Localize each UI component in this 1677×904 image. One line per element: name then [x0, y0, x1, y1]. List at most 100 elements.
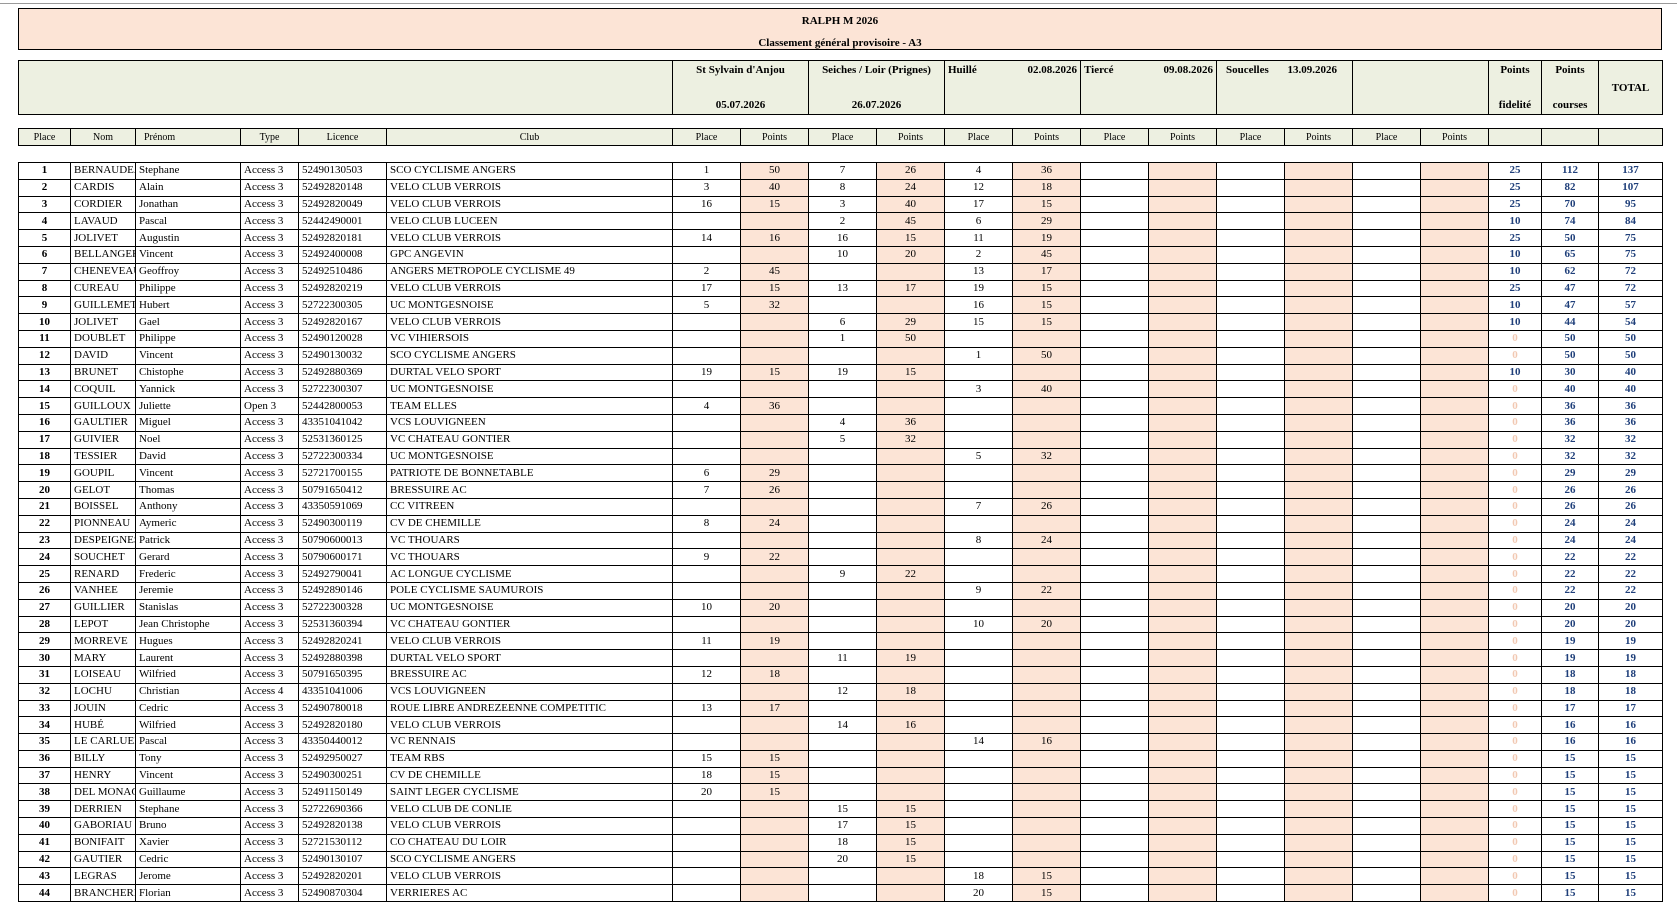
cell-race3-points[interactable]	[1012, 413, 1081, 432]
cell-race4-points[interactable]	[1148, 380, 1217, 399]
col-race2-points[interactable]: Points	[876, 128, 945, 146]
cell-fidelity-points[interactable]: 25	[1488, 229, 1542, 247]
cell-place[interactable]: 32	[18, 682, 71, 701]
cell-course-points[interactable]: 50	[1541, 229, 1599, 247]
cell-place[interactable]: 37	[18, 766, 71, 785]
cell-race2-points[interactable]: 20	[876, 245, 945, 264]
cell-licence[interactable]: 43351041006	[298, 682, 387, 701]
cell-nom[interactable]: JOUIN	[70, 699, 136, 718]
cell-licence[interactable]: 52492820219	[298, 279, 387, 298]
cell-race1-place[interactable]: 7	[672, 481, 741, 499]
cell-race3-place[interactable]: 18	[944, 867, 1013, 886]
cell-race4-points[interactable]	[1148, 833, 1217, 852]
cell-course-points[interactable]: 15	[1541, 867, 1599, 886]
col-race3-place[interactable]: Place	[944, 128, 1013, 146]
cell-nom[interactable]: BOISSEL	[70, 497, 136, 516]
cell-race1-points[interactable]	[740, 581, 809, 600]
cell-race4-place[interactable]	[1080, 749, 1149, 768]
cell-nom[interactable]: GAUTIER	[70, 850, 136, 869]
cell-nom[interactable]: BRUNET	[70, 363, 136, 382]
cell-race4-place[interactable]	[1080, 497, 1149, 516]
cell-race3-points[interactable]: 15	[1012, 867, 1081, 886]
cell-race3-place[interactable]	[944, 363, 1013, 382]
cell-race3-place[interactable]	[944, 699, 1013, 718]
cell-race1-place[interactable]	[672, 212, 741, 231]
cell-race1-place[interactable]: 11	[672, 632, 741, 651]
cell-race6-points[interactable]	[1420, 464, 1489, 483]
cell-race4-points[interactable]	[1148, 262, 1217, 281]
cell-race2-points[interactable]: 16	[876, 716, 945, 735]
cell-race3-points[interactable]: 36	[1012, 162, 1081, 180]
cell-race3-points[interactable]	[1012, 514, 1081, 533]
col-race4-place[interactable]: Place	[1080, 128, 1149, 146]
cell-fidelity-points[interactable]: 25	[1488, 178, 1542, 197]
cell-race1-place[interactable]: 15	[672, 749, 741, 768]
cell-place[interactable]: 36	[18, 749, 71, 768]
col-race6-points[interactable]: Points	[1420, 128, 1489, 146]
cell-type[interactable]: Access 3	[240, 195, 299, 214]
cell-race4-points[interactable]	[1148, 615, 1217, 634]
cell-race5-place[interactable]	[1216, 766, 1285, 785]
table-row[interactable]: 21 BOISSEL Anthony Access 3 43350591069 CC VI…	[18, 497, 1663, 516]
cell-race1-points[interactable]	[740, 649, 809, 667]
cell-licence[interactable]: 52442490001	[298, 212, 387, 231]
cell-race5-place[interactable]	[1216, 363, 1285, 382]
cell-race1-place[interactable]	[672, 649, 741, 667]
cell-race3-place[interactable]	[944, 514, 1013, 533]
cell-race1-points[interactable]: 22	[740, 548, 809, 567]
cell-total-points[interactable]: 32	[1598, 430, 1663, 449]
cell-race6-place[interactable]	[1352, 783, 1421, 802]
cell-race1-points[interactable]	[740, 817, 809, 835]
cell-race1-points[interactable]	[740, 329, 809, 348]
cell-prenom[interactable]: Stephane	[135, 800, 241, 819]
cell-race6-points[interactable]	[1420, 884, 1489, 903]
cell-nom[interactable]: PIONNEAU	[70, 514, 136, 533]
cell-course-points[interactable]: 19	[1541, 632, 1599, 651]
cell-race6-place[interactable]	[1352, 531, 1421, 550]
cell-type[interactable]: Access 3	[240, 430, 299, 449]
cell-place[interactable]: 28	[18, 615, 71, 634]
cell-fidelity-points[interactable]: 10	[1488, 262, 1542, 281]
cell-race3-place[interactable]: 2	[944, 245, 1013, 264]
cell-race6-place[interactable]	[1352, 430, 1421, 449]
cell-licence[interactable]: 52492820180	[298, 716, 387, 735]
cell-course-points[interactable]: 29	[1541, 464, 1599, 483]
cell-race3-points[interactable]: 17	[1012, 262, 1081, 281]
cell-licence[interactable]: 52722300328	[298, 598, 387, 617]
cell-race5-place[interactable]	[1216, 430, 1285, 449]
cell-place[interactable]: 14	[18, 380, 71, 399]
cell-race5-points[interactable]	[1284, 884, 1353, 903]
cell-race1-points[interactable]: 26	[740, 481, 809, 499]
cell-race5-place[interactable]	[1216, 262, 1285, 281]
cell-race6-points[interactable]	[1420, 817, 1489, 835]
cell-race1-points[interactable]: 15	[740, 783, 809, 802]
cell-total-points[interactable]: 95	[1598, 195, 1663, 214]
cell-club[interactable]: TEAM ELLES	[386, 397, 673, 415]
cell-fidelity-points[interactable]: 10	[1488, 212, 1542, 231]
cell-race4-points[interactable]	[1148, 749, 1217, 768]
cell-race3-points[interactable]	[1012, 833, 1081, 852]
cell-place[interactable]: 26	[18, 581, 71, 600]
cell-club[interactable]: VC VIHIERSOIS	[386, 329, 673, 348]
cell-fidelity-points[interactable]: 0	[1488, 397, 1542, 415]
cell-race5-points[interactable]	[1284, 766, 1353, 785]
cell-race5-place[interactable]	[1216, 329, 1285, 348]
cell-race5-place[interactable]	[1216, 245, 1285, 264]
cell-prenom[interactable]: Jonathan	[135, 195, 241, 214]
cell-total-points[interactable]: 26	[1598, 481, 1663, 499]
cell-race1-place[interactable]	[672, 682, 741, 701]
cell-race3-place[interactable]: 16	[944, 296, 1013, 315]
cell-total-points[interactable]: 40	[1598, 380, 1663, 399]
cell-nom[interactable]: CHENEVEAU	[70, 262, 136, 281]
cell-race6-points[interactable]	[1420, 833, 1489, 852]
cell-race1-place[interactable]	[672, 245, 741, 264]
cell-race3-points[interactable]: 24	[1012, 531, 1081, 550]
cell-race1-place[interactable]: 12	[672, 665, 741, 684]
cell-licence[interactable]: 52721530112	[298, 833, 387, 852]
table-row[interactable]: 25 RENARD Frederic Access 3 52492790041 AC LO…	[18, 565, 1663, 583]
cell-race5-place[interactable]	[1216, 699, 1285, 718]
cell-nom[interactable]: HENRY	[70, 766, 136, 785]
cell-race2-points[interactable]	[876, 598, 945, 617]
cell-fidelity-points[interactable]: 10	[1488, 363, 1542, 382]
cell-club[interactable]: VELO CLUB VERROIS	[386, 716, 673, 735]
